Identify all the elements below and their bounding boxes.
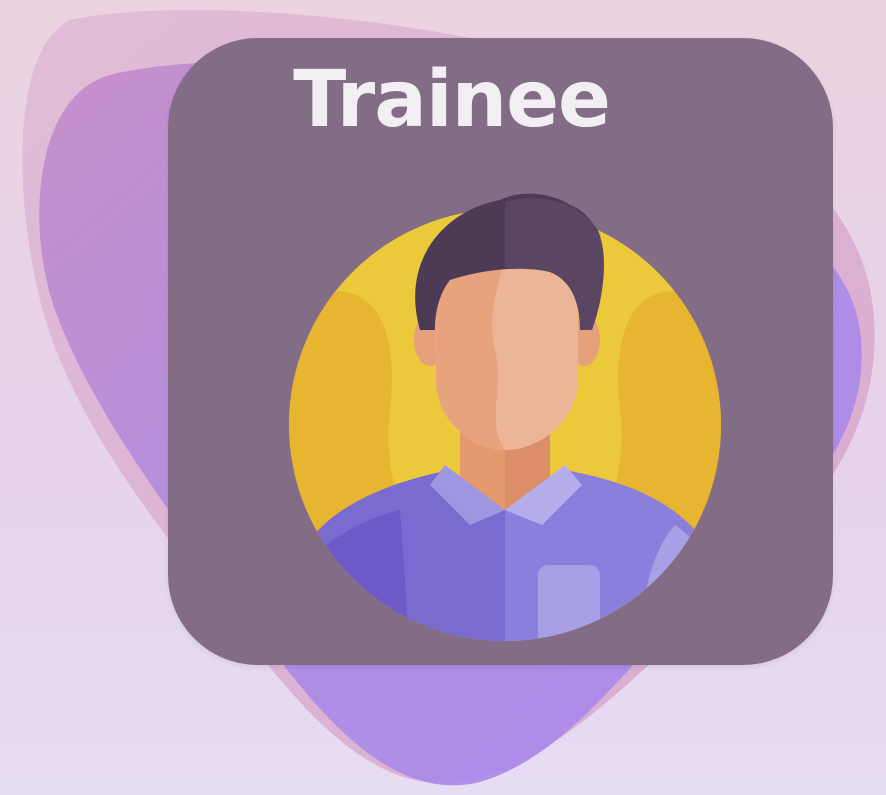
shirt-pocket (538, 565, 600, 641)
trainee-role-screen: { "role_card": { "title": "Trainee", "av… (0, 0, 886, 795)
card-title: Trainee (293, 55, 611, 145)
male-user-avatar-icon (289, 193, 721, 641)
